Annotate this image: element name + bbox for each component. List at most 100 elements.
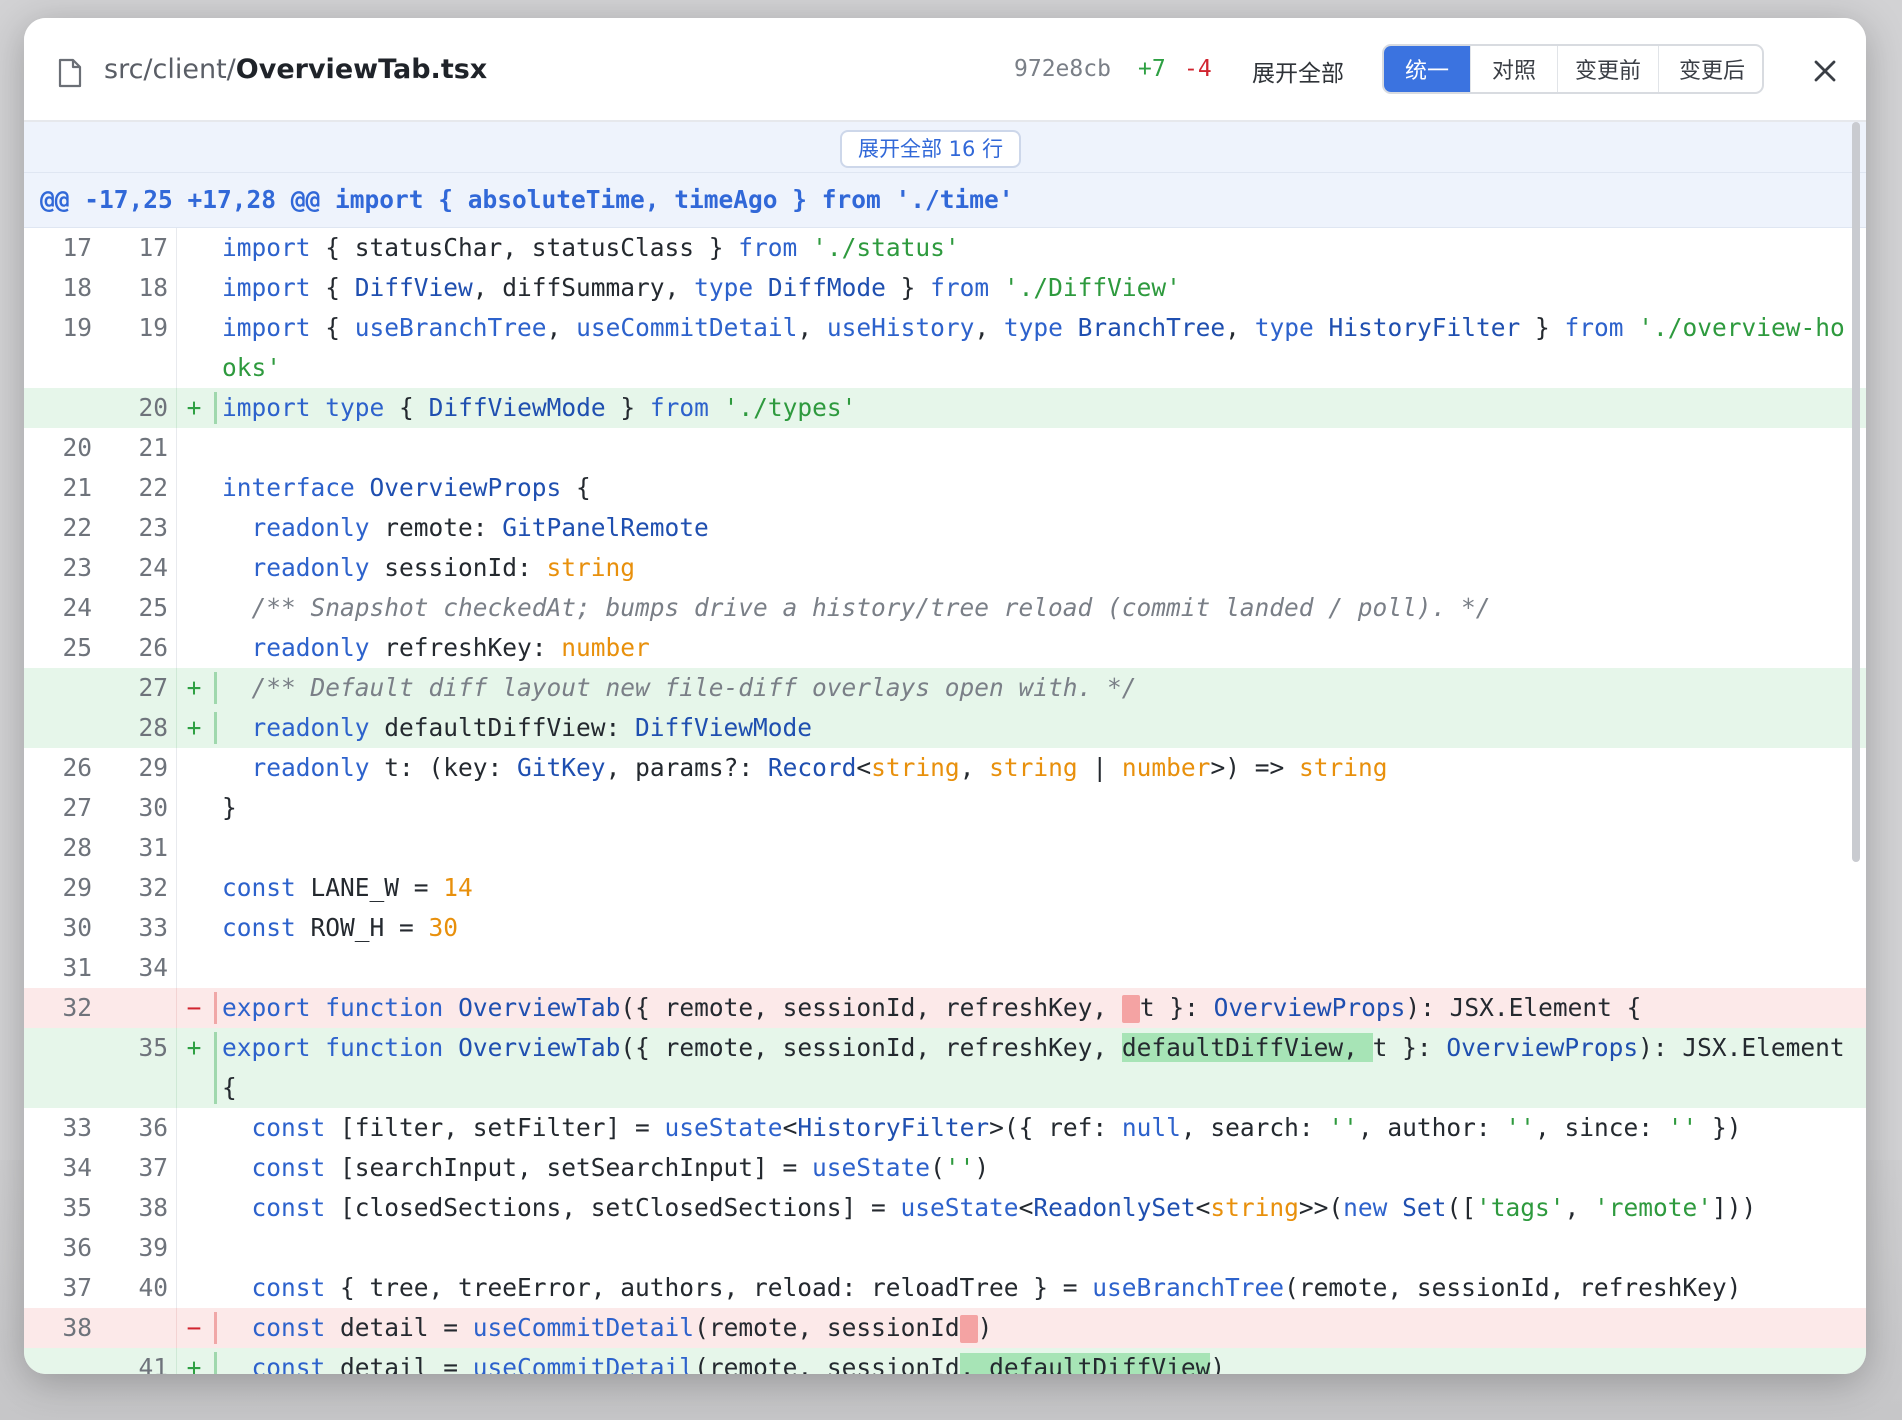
change-bar: [214, 1032, 217, 1104]
expand-lines-button[interactable]: 展开全部 16 行: [840, 130, 1022, 168]
code-text: export function OverviewTab({ remote, se…: [222, 993, 1642, 1023]
old-line-number: 18: [62, 273, 92, 302]
view-mode-after[interactable]: 变更后: [1658, 46, 1762, 92]
diff-line: 20 21: [24, 428, 1866, 468]
code-text: const detail = useCommitDetail(remote, s…: [222, 1348, 1856, 1374]
code-text: /** Default diff layout new file-diff ov…: [251, 673, 1137, 702]
view-mode-before[interactable]: 变更前: [1557, 46, 1658, 92]
added-marker: +: [186, 393, 202, 422]
diff-line: 35 38 const [closedSections, setClosedSec…: [24, 1188, 1866, 1228]
added-marker: +: [186, 1353, 202, 1374]
code-text: import { DiffView, diffSummary, type Dif…: [222, 273, 1181, 302]
scrollbar-thumb[interactable]: [1852, 122, 1860, 862]
gutter-divider: [176, 988, 177, 1028]
additions-count: +7: [1138, 56, 1166, 82]
code-text: const ROW_H = 30: [222, 913, 459, 942]
old-line-number: 17: [62, 233, 92, 262]
old-line-number: 30: [62, 913, 92, 942]
old-line-number: 26: [62, 753, 92, 782]
diff-line: 33 36 const [filter, setFilter] = useStat…: [24, 1108, 1866, 1148]
new-line-number: 23: [138, 513, 168, 542]
file-name: OverviewTab.tsx: [235, 54, 488, 85]
gutter-divider: [176, 748, 177, 788]
change-bar: [214, 712, 217, 744]
new-line-number: 27: [138, 673, 168, 702]
code-text: const [closedSections, setClosedSections…: [251, 1193, 1757, 1222]
old-line-number: 37: [62, 1273, 92, 1302]
code-text: interface OverviewProps {: [222, 473, 591, 502]
gutter-divider: [176, 428, 177, 468]
diff-line: 29 32 const LANE_W = 14: [24, 868, 1866, 908]
new-line-number: 34: [138, 953, 168, 982]
file-diff-dialog: src/client/OverviewTab.tsx 972e8cb +7 -4…: [24, 18, 1866, 1374]
new-line-number: 29: [138, 753, 168, 782]
old-line-number: 38: [62, 1313, 92, 1342]
diff-line: 19 19 import { useBranchTree, useCommitDet…: [24, 308, 1866, 388]
new-line-number: 25: [138, 593, 168, 622]
deletions-count: -4: [1184, 56, 1212, 82]
code-text: import { statusChar, statusClass } from …: [222, 233, 960, 262]
gutter-divider: [176, 1348, 177, 1374]
diff-body[interactable]: 展开全部 16 行 @@ -17,25 +17,28 @@ import { a…: [24, 122, 1866, 1374]
new-line-number: 18: [138, 273, 168, 302]
close-icon[interactable]: [1812, 58, 1838, 84]
new-line-number: 33: [138, 913, 168, 942]
old-line-number: 25: [62, 633, 92, 662]
view-mode-unified[interactable]: 统一: [1384, 46, 1470, 92]
old-line-number: 22: [62, 513, 92, 542]
gutter-divider: [176, 708, 177, 748]
diff-line: 21 22 interface OverviewProps {: [24, 468, 1866, 508]
view-mode-switch: 统一 对照 变更前 变更后: [1382, 44, 1764, 94]
old-line-number: 29: [62, 873, 92, 902]
commit-hash[interactable]: 972e8cb: [1014, 56, 1111, 82]
code-text: const { tree, treeError, authors, reload…: [251, 1273, 1742, 1302]
code-text: const [searchInput, setSearchInput] = us…: [251, 1153, 990, 1182]
gutter-divider: [176, 628, 177, 668]
diff-lines: 17 17 import { statusChar, statusClass } f…: [24, 228, 1866, 1374]
added-marker: +: [186, 713, 202, 742]
gutter-divider: [176, 1228, 177, 1268]
new-line-number: 21: [138, 433, 168, 462]
gutter-divider: [176, 1188, 177, 1228]
code-text: }: [222, 793, 237, 822]
diff-line: 24 25 /** Snapshot checkedAt; bumps drive…: [24, 588, 1866, 628]
gutter-divider: [176, 1268, 177, 1308]
old-line-number: 35: [62, 1193, 92, 1222]
new-line-number: 41: [138, 1353, 168, 1374]
old-line-number: 31: [62, 953, 92, 982]
gutter-divider: [176, 1308, 177, 1348]
gutter-divider: [176, 388, 177, 428]
removed-marker: −: [186, 1313, 202, 1342]
change-bar: [214, 1312, 217, 1344]
old-line-number: 24: [62, 593, 92, 622]
code-text: readonly remote: GitPanelRemote: [251, 513, 709, 542]
diff-line: 18 18 import { DiffView, diffSummary, type…: [24, 268, 1866, 308]
file-path-prefix: src/client/: [104, 54, 236, 85]
gutter-divider: [176, 508, 177, 548]
diff-line-added: 20 + import type { DiffViewMode } from './…: [24, 388, 1866, 428]
gutter-divider: [176, 868, 177, 908]
old-line-number: 27: [62, 793, 92, 822]
new-line-number: 20: [138, 393, 168, 422]
added-marker: +: [186, 1033, 202, 1062]
gutter-divider: [176, 468, 177, 508]
view-mode-split[interactable]: 对照: [1470, 46, 1557, 92]
gutter-divider: [176, 948, 177, 988]
file-path: src/client/OverviewTab.tsx: [104, 54, 487, 85]
new-line-number: 38: [138, 1193, 168, 1222]
code-text: /** Snapshot checkedAt; bumps drive a hi…: [251, 593, 1491, 622]
code-text: readonly refreshKey: number: [251, 633, 650, 662]
gutter-divider: [176, 788, 177, 828]
new-line-number: 30: [138, 793, 168, 822]
diff-line: 37 40 const { tree, treeError, authors, r…: [24, 1268, 1866, 1308]
new-line-number: 35: [138, 1033, 168, 1062]
expand-all-button[interactable]: 展开全部: [1252, 54, 1344, 88]
diff-line-added: 35 + export function OverviewTab({ remote,…: [24, 1028, 1866, 1108]
old-line-number: 23: [62, 553, 92, 582]
code-text: export function OverviewTab({ remote, se…: [222, 1033, 1860, 1102]
diff-line: 34 37 const [searchInput, setSearchInput]…: [24, 1148, 1866, 1188]
new-line-number: 40: [138, 1273, 168, 1302]
diff-line: 23 24 readonly sessionId: string: [24, 548, 1866, 588]
gutter-divider: [176, 1108, 177, 1148]
new-line-number: 24: [138, 553, 168, 582]
